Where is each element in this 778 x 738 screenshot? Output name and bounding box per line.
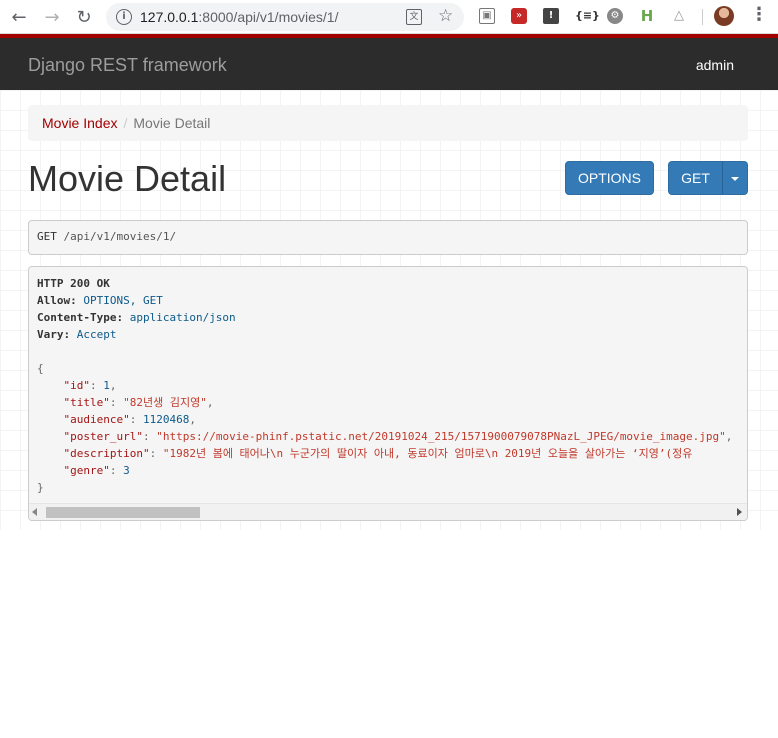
json-value: "82년생 김지영" [123,396,207,409]
header-value: Accept [76,328,117,341]
json-open-brace: { [37,362,44,375]
json-close-brace: } [37,481,44,494]
header-name: Vary: [37,328,71,341]
response-content: HTTP 200 OK Allow: OPTIONS, GET Content-… [37,277,733,494]
toolbar-divider [702,9,703,25]
header-name: Allow: [37,294,77,307]
json-value: "1982년 봄에 태어나\n 누군가의 딸이자 아내, 동료이자 엄마로\n … [162,447,693,460]
options-button[interactable]: OPTIONS [565,161,654,195]
user-menu[interactable]: admin [696,57,734,73]
breadcrumb-separator: / [123,115,128,131]
site-info-icon[interactable]: i [116,9,132,25]
horizontal-scrollbar[interactable] [29,503,747,520]
response-panel: HTTP 200 OK Allow: OPTIONS, GET Content-… [28,266,748,521]
json-icon[interactable]: {≡} [575,8,600,24]
breadcrumb-current: Movie Detail [133,115,211,131]
json-value: 1120468 [142,413,190,426]
browser-toolbar: ← → ↻ i 127.0.0.1:8000/api/v1/movies/1/ … [0,0,778,34]
page-title: Movie Detail [28,158,227,199]
json-key: "poster_url" [63,430,143,443]
reload-icon[interactable]: ↻ [72,5,96,29]
url-host: 127.0.0.1 [140,9,199,25]
header-value: OPTIONS, GET [83,294,163,307]
bookmark-star-icon[interactable]: ☆ [438,6,453,26]
sitemap-icon[interactable]: △ [671,8,687,24]
profile-avatar[interactable] [714,6,734,26]
media-icon[interactable]: ▣ [479,8,495,24]
json-key: "audience" [63,413,130,426]
breadcrumb-movie-index[interactable]: Movie Index [42,115,117,131]
header-value: application/json [129,311,236,324]
request-info: GET /api/v1/movies/1/ [28,220,748,255]
request-path: /api/v1/movies/1/ [63,230,177,243]
json-key: "title" [63,396,110,409]
forward-arrow-icon[interactable]: → [40,5,64,29]
scrollbar-thumb[interactable] [46,507,200,518]
json-value: 1 [103,379,110,392]
json-key: "description" [63,447,150,460]
back-arrow-icon[interactable]: ← [7,5,31,29]
top-navbar: Django REST framework admin [0,34,778,90]
brand-link[interactable]: Django REST framework [28,55,227,76]
translate-icon[interactable]: 文 [406,9,422,25]
json-value: "https://movie-phinf.pstatic.net/2019102… [156,430,726,443]
json-key: "genre" [63,464,110,477]
get-button[interactable]: GET [668,161,723,195]
request-method: GET [37,230,57,243]
address-bar[interactable]: i 127.0.0.1:8000/api/v1/movies/1/ 文 ☆ [106,3,464,31]
caret-down-icon [731,177,739,182]
json-key: "id" [63,379,91,392]
more-menu-icon[interactable]: ⋮ [750,4,768,25]
header-name: Content-Type: [37,311,124,324]
gear-circle-icon[interactable]: ⚙ [607,8,623,24]
scroll-left-arrow-icon[interactable] [32,508,37,516]
info-dark-icon[interactable]: ! [543,8,559,24]
url-path: :8000/api/v1/movies/1/ [198,9,339,25]
url-text[interactable]: 127.0.0.1:8000/api/v1/movies/1/ [140,9,338,25]
get-format-dropdown[interactable] [722,161,748,195]
breadcrumb: Movie Index / Movie Detail [28,105,748,141]
response-status: HTTP 200 OK [37,277,110,290]
ladder-green-icon[interactable]: H [639,8,655,24]
forward-red-icon[interactable]: » [511,8,527,24]
json-value: 3 [123,464,130,477]
scroll-right-arrow-icon[interactable] [737,508,742,516]
